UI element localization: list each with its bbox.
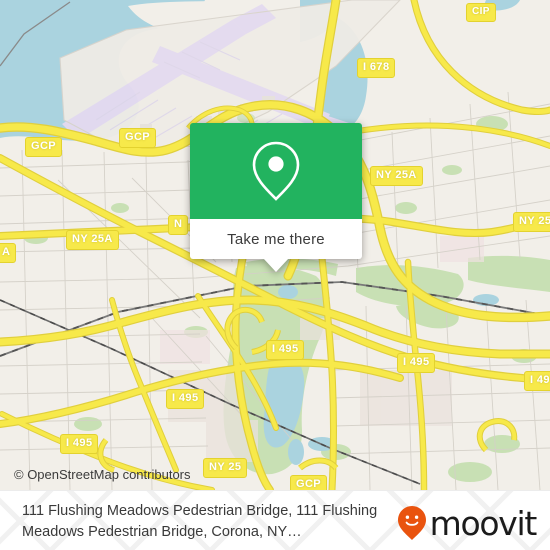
map-canvas[interactable]: CIP I 678 GCP GCP NY 25A NY 25A NY 25A A… <box>0 0 550 490</box>
road-shield-partial-mid: N <box>168 215 189 235</box>
road-shield-ny25a-east: NY 25A <box>513 212 550 232</box>
popup-action-bar[interactable]: Take me there <box>190 219 362 259</box>
moovit-logo[interactable]: moovit <box>397 503 538 543</box>
road-shield-gcp-mid: GCP <box>119 128 157 148</box>
road-shield-i495-east: I 49 <box>524 371 550 391</box>
road-shield-ny25a-right: NY 25A <box>370 166 423 186</box>
location-address-text: 111 Flushing Meadows Pedestrian Bridge, … <box>22 503 378 540</box>
road-shield-gcp-bottom: GCP <box>290 475 328 490</box>
road-shield-ny25-bottom: NY 25 <box>203 458 248 478</box>
road-shield-cip: CIP <box>466 3 496 22</box>
popup-pointer-tail <box>263 258 289 272</box>
take-me-there-label: Take me there <box>227 230 325 248</box>
road-shield-i495-left: I 495 <box>60 434 99 454</box>
osm-attribution[interactable]: © OpenStreetMap contributors <box>14 467 191 482</box>
road-shield-gcp-left: GCP <box>25 137 63 157</box>
moovit-wordmark: moovit <box>429 503 538 543</box>
location-pin-icon <box>252 141 300 201</box>
road-shield-i495-center: I 495 <box>266 340 305 360</box>
road-shield-i678: I 678 <box>357 58 396 78</box>
popup-image-area <box>190 123 362 219</box>
location-popup-card[interactable]: Take me there <box>190 123 362 272</box>
road-shield-ny25a-left: NY 25A <box>66 230 119 250</box>
road-shield-ny25a-west: A <box>0 243 17 263</box>
moovit-smiling-pin-icon <box>397 506 426 540</box>
footer-bar: 111 Flushing Meadows Pedestrian Bridge, … <box>0 490 550 550</box>
road-shield-i495-lower: I 495 <box>166 389 205 409</box>
road-shield-i495-right: I 495 <box>397 353 436 373</box>
moovit-map-screen: CIP I 678 GCP GCP NY 25A NY 25A NY 25A A… <box>0 0 550 550</box>
